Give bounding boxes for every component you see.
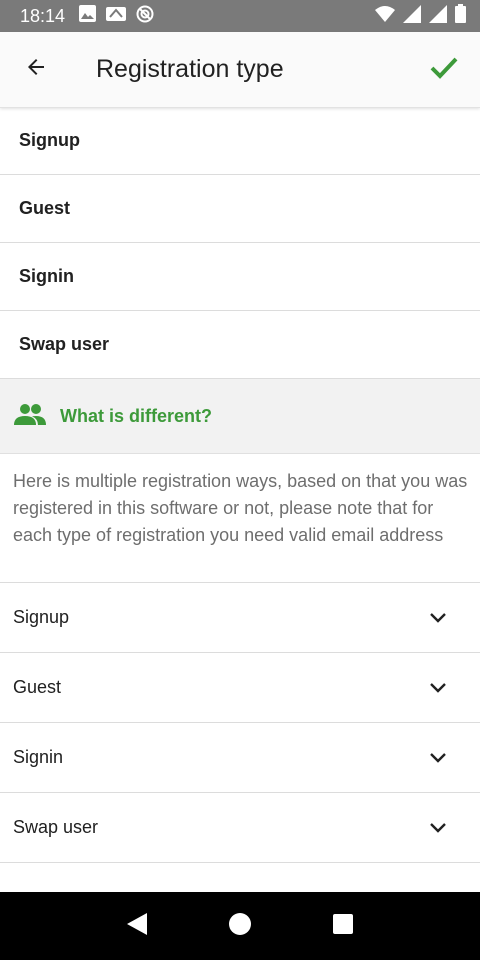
option-signup[interactable]: Signup [0,107,480,175]
home-circle-icon [228,912,252,941]
back-triangle-icon [126,912,147,940]
nav-home-button[interactable] [216,902,264,950]
accordion-item-swap-user[interactable]: Swap user [0,793,480,863]
accordion-item-guest[interactable]: Guest [0,653,480,723]
option-label: Guest [19,198,71,218]
option-signin[interactable]: Signin [0,243,480,311]
accordion-label: Guest [13,677,62,697]
option-label: Swap user [19,334,110,354]
nav-recents-button[interactable] [319,902,367,950]
do-not-disturb-icon [136,5,154,28]
accordion-item-signup[interactable]: Signup [0,583,480,653]
status-bar: 18:14 [0,0,480,32]
wifi-icon [375,5,395,27]
app-bar: Registration type [0,32,480,108]
option-swap-user[interactable]: Swap user [0,311,480,379]
recents-square-icon [333,913,354,939]
chevron-down-icon [428,608,448,628]
option-guest[interactable]: Guest [0,175,480,243]
chevron-down-icon [428,748,448,768]
accordion-label: Signin [13,747,64,767]
chevron-down-icon [428,818,448,838]
status-right-icons [375,4,466,28]
status-left-icons [79,5,154,28]
status-time: 18:14 [20,5,66,26]
accordion-item-signin[interactable]: Signin [0,723,480,793]
navigation-bar [0,892,480,960]
arrow-left-icon [24,55,48,84]
image-icon [79,5,97,27]
accordion: Signup Guest Signin Swap user [0,582,480,863]
page-title: Registration type [96,55,284,83]
accordion-label: Signup [13,607,70,627]
battery-icon [455,4,466,28]
signal-icon [429,4,447,28]
registration-options: Signup Guest Signin Swap user [0,107,480,379]
accordion-label: Swap user [13,817,99,837]
chevron-down-icon [428,678,448,698]
back-button[interactable] [0,32,72,108]
info-description: Here is multiple registration ways, base… [13,471,468,545]
check-icon [430,55,458,84]
option-label: Signin [19,266,74,286]
info-header: What is different? [0,379,480,454]
people-icon [14,403,46,430]
wallet-icon [106,6,127,27]
signal-icon [403,4,421,28]
option-label: Signup [19,130,80,150]
nav-back-button[interactable] [113,902,161,950]
info-header-label: What is different? [60,405,212,426]
confirm-button[interactable] [408,32,480,108]
